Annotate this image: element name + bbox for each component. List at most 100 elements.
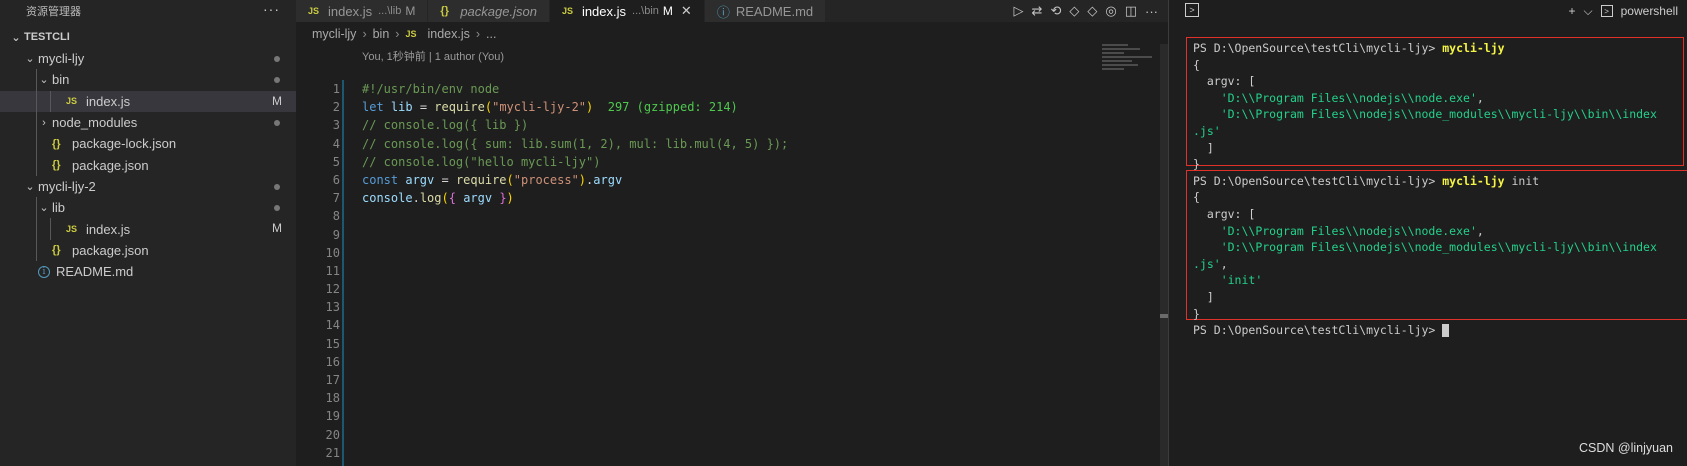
breadcrumb-item[interactable]: bin (373, 27, 390, 41)
chevron-right-icon: › (362, 27, 367, 41)
js-file-icon: JS (66, 224, 78, 235)
js-file-icon: JS (308, 6, 320, 16)
indent-guide (36, 197, 37, 219)
breadcrumb-item[interactable]: mycli-ljy (312, 27, 356, 41)
terminal-icon[interactable]: > (1185, 3, 1199, 17)
previous-change-icon[interactable]: ◇ (1069, 3, 1079, 19)
line-number: 5 (332, 154, 340, 169)
tree-item-readme-md[interactable]: i README.md (0, 261, 296, 282)
tab-modified-badge: M (405, 4, 416, 18)
code-line: #!/usr/bin/env node (362, 82, 500, 96)
import-cost-hint: 297 (gzipped: 214) (607, 100, 738, 115)
line-number: 3 (332, 118, 340, 133)
tree-item-index-js[interactable]: JS index.js M (0, 218, 296, 240)
json-file-icon: {} (440, 5, 449, 17)
tree-item-label: index.js (86, 93, 131, 109)
line-number: 21 (325, 445, 340, 460)
workspace-section-header[interactable]: ⌄ TESTCLI (0, 26, 296, 48)
close-icon[interactable]: ✕ (681, 3, 692, 19)
terminal-line: .js', (1193, 256, 1228, 271)
codelens-blame[interactable]: You, 1秒钟前 | 1 author (You) (362, 48, 504, 64)
json-file-icon: {} (52, 137, 61, 150)
chevron-down-icon: ⌄ (39, 202, 49, 215)
tab-index-js[interactable]: JS index.js ...\bin M ✕ (549, 0, 705, 22)
explorer-sidebar: 资源管理器 ··· ⌄ TESTCLI ⌄ mycli-ljy ⌄ bin JS inde… (0, 0, 296, 466)
chevron-down-icon[interactable]: ⌵ (1584, 4, 1593, 19)
terminal-line: PS D:\OpenSource\testCli\mycli-ljy> mycl… (1193, 173, 1540, 188)
terminal-panel: > + ⌵ > powershell PS D:\OpenSource\test… (1168, 0, 1687, 466)
tree-item-label: lib (52, 200, 66, 216)
js-file-icon: JS (405, 29, 417, 39)
tree-item-bin[interactable]: ⌄ bin (0, 69, 296, 91)
split-editor-icon[interactable]: ◫ (1125, 3, 1137, 19)
breadcrumb: mycli-ljy › bin › JS index.js › ... (312, 27, 496, 41)
js-file-icon: JS (66, 96, 78, 107)
line-number: 18 (325, 391, 340, 406)
modified-dot-icon (274, 119, 280, 126)
tree-item-mycli-ljy-2[interactable]: ⌄ mycli-ljy-2 (0, 176, 296, 197)
line-number: 6 (332, 172, 340, 187)
tree-item-mycli-ljy[interactable]: ⌄ mycli-ljy (0, 48, 296, 69)
more-actions-icon[interactable]: ··· (1145, 4, 1158, 19)
git-status-badge: M (272, 93, 282, 108)
terminal-actions: + ⌵ > powershell (1569, 0, 1679, 22)
tree-item-package-json[interactable]: {} package.json (0, 154, 296, 176)
indent-guide (36, 111, 37, 134)
next-change-icon[interactable]: ◇ (1087, 3, 1097, 19)
new-terminal-icon[interactable]: + (1569, 4, 1576, 18)
tree-item-lib[interactable]: ⌄ lib (0, 197, 296, 219)
line-number: 22 (296, 462, 340, 466)
terminal-line: argv: [ (1193, 206, 1256, 221)
tab-package-json[interactable]: {} package.json (428, 0, 550, 22)
tree-item-node-modules[interactable]: › node_modules (0, 111, 296, 134)
code-line: // console.log({ sum: lib.sum(1, 2), mul… (362, 136, 789, 151)
editor-pane: JS index.js ...\lib M{} package.json JS index.… (296, 0, 1168, 466)
watermark: CSDN @linjyuan (1579, 441, 1673, 455)
terminal-line: 'init' (1220, 273, 1263, 288)
modified-dot-icon (274, 56, 280, 62)
indent-guide (50, 218, 51, 240)
tree-item-label: mycli-ljy-2 (38, 178, 96, 194)
terminal-line: PS D:\OpenSource\testCli\mycli-ljy> mycl… (1193, 41, 1505, 55)
line-number: 13 (325, 300, 340, 315)
breadcrumb-item[interactable]: ... (486, 27, 496, 41)
timeline-icon[interactable]: ◎ (1105, 3, 1116, 19)
workspace-name: TESTCLI (24, 31, 70, 43)
tab-readme-md[interactable]: ⓘ README.md (704, 0, 827, 22)
terminal-output[interactable]: PS D:\OpenSource\testCli\mycli-ljy> mycl… (1193, 40, 1657, 339)
tree-item-label: mycli-ljy (38, 51, 85, 67)
line-number: 15 (325, 336, 340, 351)
js-file-icon: JS (561, 6, 573, 16)
tree-item-package-json[interactable]: {} package.json (0, 239, 296, 261)
terminal-line: 'D:\\Program Files\\nodejs\\node.exe', (1220, 223, 1484, 238)
go-back-icon[interactable]: ⟲ (1050, 3, 1061, 19)
breadcrumb-item[interactable]: index.js (427, 27, 469, 41)
tree-item-index-js[interactable]: JS index.js M (0, 90, 296, 112)
code-line: let lib = require("mycli-ljy-2") 297 (gz… (362, 100, 738, 115)
compare-changes-icon[interactable]: ⇄ (1032, 3, 1043, 19)
terminal-line: { (1193, 57, 1200, 72)
more-actions-icon[interactable]: ··· (263, 1, 280, 17)
indent-guide (36, 218, 37, 240)
run-icon[interactable]: ▷ (1014, 3, 1024, 19)
shell-name[interactable]: powershell (1621, 4, 1678, 18)
scrollbar-thumb[interactable] (1160, 314, 1168, 318)
line-number: 9 (332, 227, 340, 242)
terminal-line: .js' (1193, 123, 1221, 138)
tab-index-js[interactable]: JS index.js ...\lib M (296, 0, 429, 22)
line-number: 19 (325, 409, 340, 424)
indent-guide (50, 90, 51, 112)
indent-guide (36, 69, 37, 91)
vertical-scrollbar[interactable] (1160, 44, 1168, 466)
line-number-gutter: 12345678910111213141516171819202122 (296, 80, 340, 466)
editor-actions: ▷ ⇄ ⟲ ◇ ◇ ◎ ◫ ··· (1014, 0, 1168, 22)
code-content[interactable]: #!/usr/bin/env node let lib = require("m… (362, 80, 788, 207)
indent-guide (36, 154, 37, 176)
terminal-line: } (1193, 306, 1200, 321)
code-line: // console.log({ lib }) (362, 118, 529, 133)
code-line: // console.log("hello mycli-ljy") (362, 154, 601, 169)
tree-item-package-lock-json[interactable]: {} package-lock.json (0, 133, 296, 155)
terminal-line: ] (1193, 289, 1214, 304)
line-number: 12 (325, 282, 340, 297)
minimap[interactable] (1102, 44, 1160, 108)
